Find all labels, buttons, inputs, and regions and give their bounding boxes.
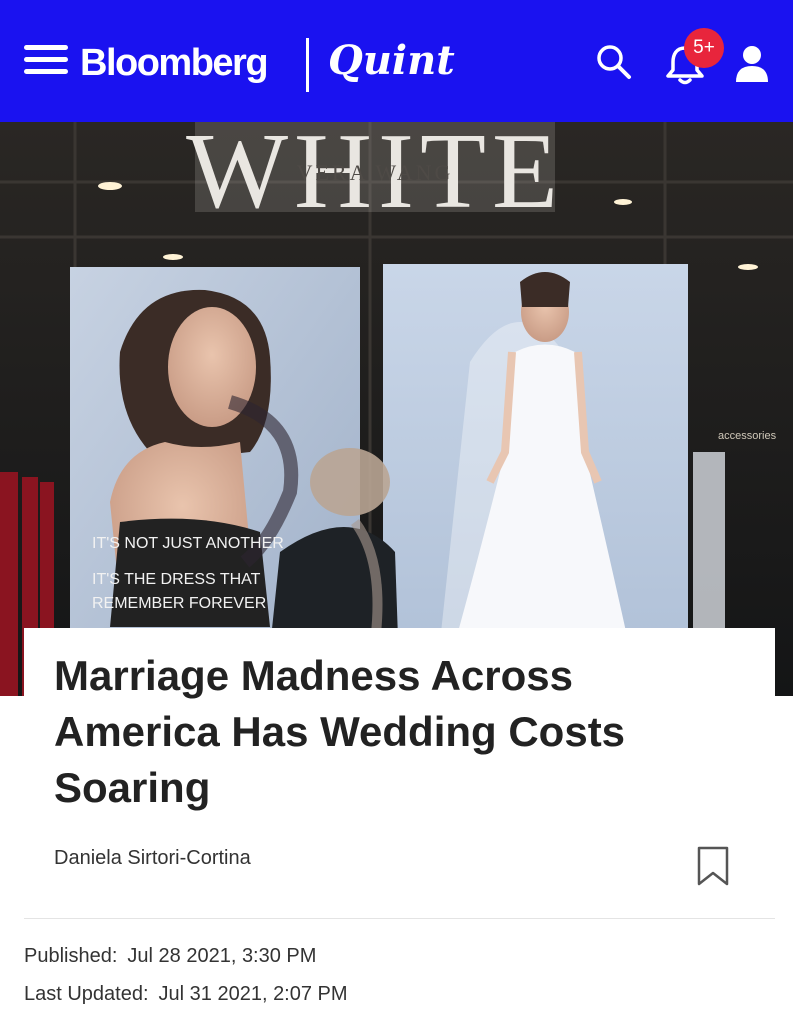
svg-text:REMEMBER FOREVER: REMEMBER FOREVER xyxy=(92,595,266,612)
brand-divider xyxy=(306,38,309,92)
account-button[interactable] xyxy=(734,44,770,84)
updated-date: Last Updated: Jul 31 2021, 2:07 PM xyxy=(24,982,348,1006)
menu-icon-bar xyxy=(24,45,68,50)
brand-logo-bloomberg[interactable]: Bloomberg xyxy=(80,40,269,86)
notification-badge: 5+ xyxy=(684,28,724,68)
article-headline[interactable]: Marriage Madness Across America Has Wedd… xyxy=(54,648,734,816)
search-icon xyxy=(597,45,631,79)
store-sign-accessories: accessories xyxy=(718,430,777,442)
published-value: Jul 28 2021, 3:30 PM xyxy=(127,945,317,967)
published-date: Published: Jul 28 2021, 3:30 PM xyxy=(24,944,316,968)
article-author[interactable]: Daniela Sirtori-Cortina xyxy=(54,846,251,870)
brand-logo-quint[interactable]: Quint xyxy=(328,34,455,88)
bookmark-icon xyxy=(697,846,729,886)
updated-value: Jul 31 2021, 2:07 PM xyxy=(158,983,348,1005)
svg-text:IT'S NOT JUST ANOTHER: IT'S NOT JUST ANOTHER xyxy=(92,535,284,552)
bookmark-button[interactable] xyxy=(696,845,730,887)
poster-text: IT'S NOT JUST ANOTHER IT'S THE DRESS THA… xyxy=(92,535,284,612)
menu-icon-bar xyxy=(24,69,68,74)
updated-label: Last Updated: xyxy=(24,983,149,1005)
storefront-photo: WHITE VERA WANG IT'S NOT JUST ANOTHER IT… xyxy=(0,122,793,696)
store-sign-subtext: VERA WANG xyxy=(297,160,454,185)
user-icon xyxy=(736,46,768,82)
menu-button[interactable] xyxy=(24,45,68,81)
menu-icon-bar xyxy=(24,57,68,62)
published-label: Published: xyxy=(24,945,118,967)
section-divider xyxy=(24,918,775,919)
app-header: Bloomberg Quint 5+ xyxy=(0,0,793,122)
search-button[interactable] xyxy=(594,42,634,82)
hero-image: WHITE VERA WANG IT'S NOT JUST ANOTHER IT… xyxy=(0,122,793,696)
svg-text:IT'S THE DRESS THAT: IT'S THE DRESS THAT xyxy=(92,571,261,588)
